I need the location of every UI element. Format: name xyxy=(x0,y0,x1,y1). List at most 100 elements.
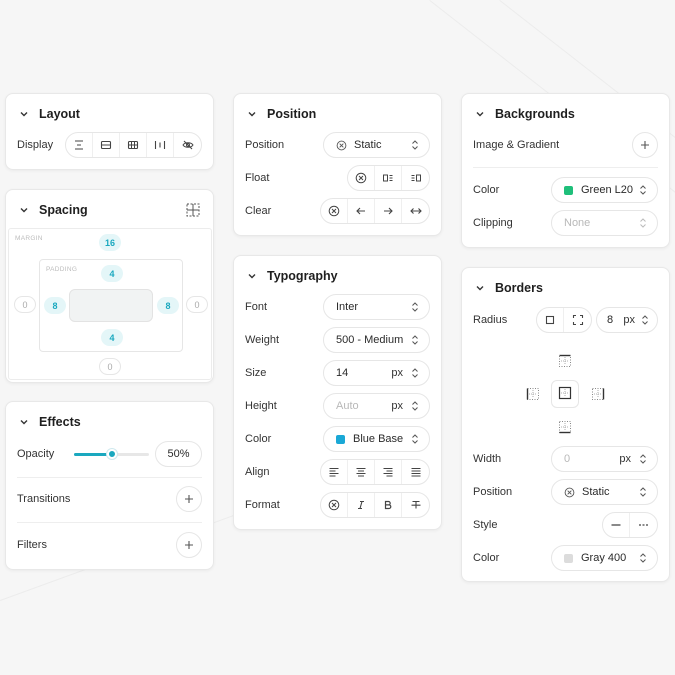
radius-input[interactable]: 8 px xyxy=(596,307,658,333)
opacity-slider-handle[interactable] xyxy=(106,449,117,459)
text-color-label: Color xyxy=(245,433,272,445)
clear-both-button[interactable] xyxy=(402,199,429,223)
border-position-value: Static xyxy=(582,486,610,498)
add-transition-button[interactable] xyxy=(176,486,202,512)
weight-select[interactable]: 500 - Medium xyxy=(323,327,430,353)
spacing-header[interactable]: Spacing xyxy=(18,202,88,218)
background-color-swatch xyxy=(564,185,573,195)
divider xyxy=(17,522,202,523)
radius-individual-button[interactable] xyxy=(564,308,591,332)
text-color-select[interactable]: Blue Base xyxy=(323,426,430,452)
font-select[interactable]: Inter xyxy=(323,294,430,320)
layout-title: Layout xyxy=(39,107,80,121)
display-flex-button[interactable] xyxy=(93,133,120,157)
border-color-label: Color xyxy=(473,552,500,564)
caret-updown-icon xyxy=(641,315,649,325)
caret-updown-icon xyxy=(639,454,647,464)
effects-header[interactable]: Effects xyxy=(18,414,81,430)
image-gradient-label: Image & Gradient xyxy=(473,139,560,151)
size-input[interactable]: 14 px xyxy=(323,360,430,386)
border-style-solid-button[interactable] xyxy=(603,513,630,537)
clear-options xyxy=(320,198,430,224)
border-left-icon[interactable] xyxy=(526,387,540,401)
border-color-swatch xyxy=(564,553,573,563)
flex-icon xyxy=(100,139,112,151)
border-style-dashed-button[interactable] xyxy=(630,513,657,537)
background-color-select[interactable]: Green L20 xyxy=(551,177,658,203)
format-italic-button[interactable] xyxy=(348,493,375,517)
border-width-placeholder: 0 xyxy=(564,453,571,465)
format-bold-button[interactable] xyxy=(375,493,402,517)
caret-updown-icon xyxy=(411,401,419,411)
border-color-select[interactable]: Gray 400 xyxy=(551,545,658,571)
format-strikethrough-button[interactable] xyxy=(402,493,429,517)
padding-bottom-value[interactable]: 4 xyxy=(101,329,123,346)
opacity-label: Opacity xyxy=(17,448,55,460)
borders-title: Borders xyxy=(495,281,543,295)
height-input[interactable]: Auto px xyxy=(323,393,430,419)
opacity-slider[interactable] xyxy=(74,449,149,459)
display-none-button[interactable] xyxy=(174,133,201,157)
weight-value: 500 - Medium xyxy=(336,334,404,346)
spacing-grid-icon[interactable] xyxy=(185,202,201,218)
margin-top-value[interactable]: 16 xyxy=(99,234,121,251)
padding-right-value[interactable]: 8 xyxy=(157,297,179,314)
border-top-icon[interactable] xyxy=(558,354,572,368)
float-none-button[interactable] xyxy=(348,166,375,190)
padding-top-value[interactable]: 4 xyxy=(101,265,123,282)
clear-none-button[interactable] xyxy=(321,199,348,223)
border-all-button[interactable] xyxy=(551,380,579,408)
margin-bottom-value[interactable]: 0 xyxy=(99,358,121,375)
display-inline-button[interactable] xyxy=(147,133,174,157)
circle-x-icon xyxy=(328,205,340,217)
float-right-button[interactable] xyxy=(402,166,429,190)
position-select[interactable]: Static xyxy=(323,132,430,158)
spacing-panel: Spacing MARGIN 16 0 0 0 PADDING 4 8 8 4 xyxy=(5,189,214,383)
float-right-icon xyxy=(410,172,422,184)
float-left-button[interactable] xyxy=(375,166,402,190)
margin-left-value[interactable]: 0 xyxy=(14,296,36,313)
padding-left-value[interactable]: 8 xyxy=(44,297,66,314)
opacity-input[interactable]: 50% xyxy=(155,441,202,467)
format-label: Format xyxy=(245,499,280,511)
layout-panel: Layout Display xyxy=(5,93,214,170)
display-grid-button[interactable] xyxy=(120,133,147,157)
border-position-select[interactable]: Static xyxy=(551,479,658,505)
border-right-icon[interactable] xyxy=(591,387,605,401)
display-block-button[interactable] xyxy=(66,133,93,157)
margin-right-value[interactable]: 0 xyxy=(186,296,208,313)
radius-all-button[interactable] xyxy=(537,308,564,332)
backgrounds-header[interactable]: Backgrounds xyxy=(474,106,575,122)
align-center-button[interactable] xyxy=(348,460,375,484)
clear-right-button[interactable] xyxy=(375,199,402,223)
position-header[interactable]: Position xyxy=(246,106,316,122)
align-justify-icon xyxy=(410,466,422,478)
bold-icon xyxy=(382,499,394,511)
align-left-button[interactable] xyxy=(321,460,348,484)
background-color-label: Color xyxy=(473,184,500,196)
align-right-button[interactable] xyxy=(375,460,402,484)
square-icon xyxy=(544,314,556,326)
height-label: Height xyxy=(245,400,277,412)
typography-header[interactable]: Typography xyxy=(246,268,338,284)
align-justify-button[interactable] xyxy=(402,460,429,484)
add-image-gradient-button[interactable] xyxy=(632,132,658,158)
inline-icon xyxy=(154,139,166,151)
border-bottom-icon[interactable] xyxy=(558,420,572,434)
eye-off-icon xyxy=(181,139,194,151)
height-unit: px xyxy=(391,400,403,412)
border-width-input[interactable]: 0 px xyxy=(551,446,658,472)
format-none-button[interactable] xyxy=(321,493,348,517)
plus-icon xyxy=(184,494,194,504)
chevron-down-icon xyxy=(18,108,30,120)
format-options xyxy=(320,492,430,518)
clear-left-button[interactable] xyxy=(348,199,375,223)
clipping-select[interactable]: None xyxy=(551,210,658,236)
add-filter-button[interactable] xyxy=(176,532,202,558)
typography-title: Typography xyxy=(267,269,338,283)
chevron-down-icon xyxy=(18,204,30,216)
layout-header[interactable]: Layout xyxy=(18,106,80,122)
backgrounds-title: Backgrounds xyxy=(495,107,575,121)
borders-header[interactable]: Borders xyxy=(474,280,543,296)
align-left-icon xyxy=(328,466,340,478)
